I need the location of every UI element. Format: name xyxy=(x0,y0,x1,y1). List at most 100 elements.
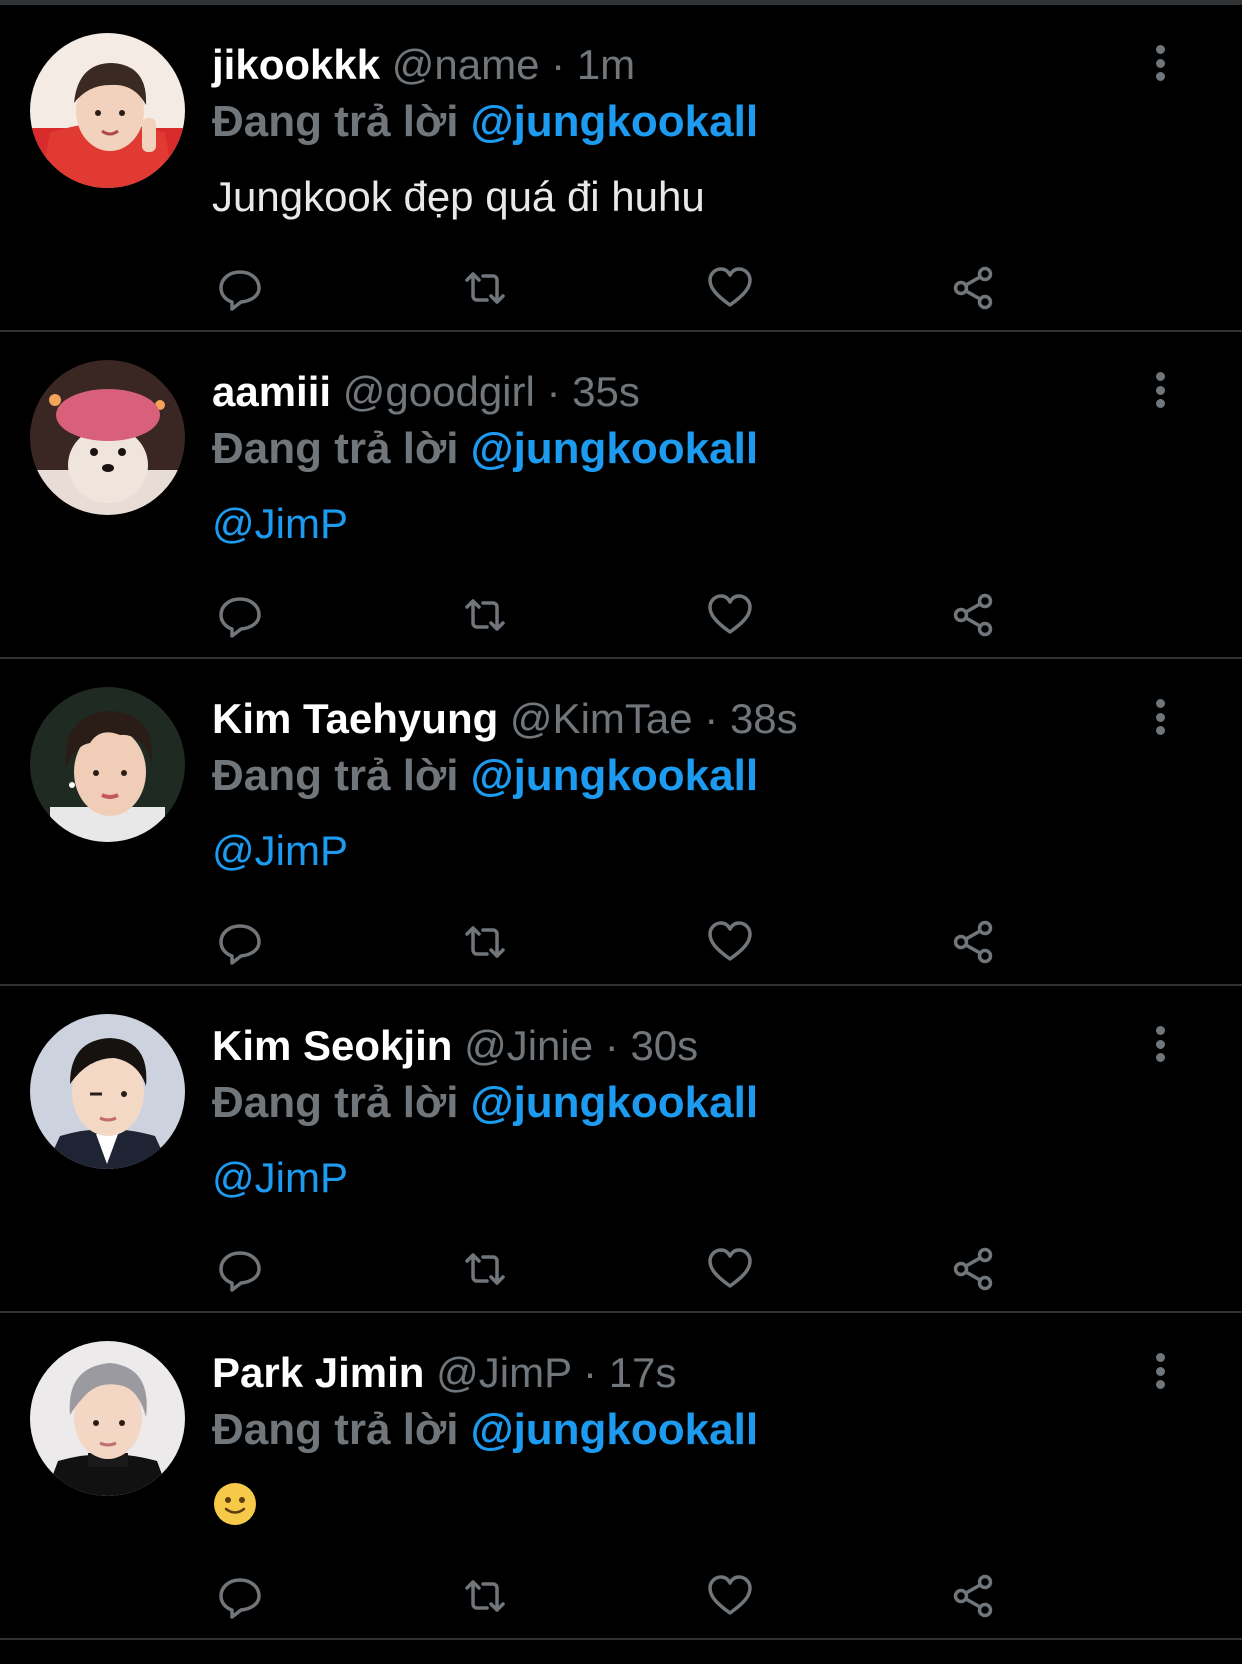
like-button[interactable] xyxy=(702,1568,758,1624)
retweet-icon xyxy=(465,272,505,304)
like-button[interactable] xyxy=(702,914,758,970)
tweet[interactable]: Kim Taehyung @KimTae · 38s Đang trả lời … xyxy=(0,659,1242,986)
like-button[interactable] xyxy=(702,1241,758,1297)
reply-icon xyxy=(219,924,261,965)
handle[interactable]: @JimP xyxy=(436,1349,571,1396)
more-options-button[interactable] xyxy=(1143,35,1177,91)
avatar[interactable] xyxy=(30,1014,185,1169)
like-button[interactable] xyxy=(702,587,758,643)
reply-icon xyxy=(219,597,261,638)
share-icon xyxy=(953,593,993,637)
handle[interactable]: @Jinie xyxy=(464,1022,593,1069)
mention-link[interactable]: @JimP xyxy=(212,1148,348,1208)
reply-context: Đang trả lời @jungkookall xyxy=(212,746,758,806)
more-options-button[interactable] xyxy=(1143,1343,1177,1399)
more-options-button[interactable] xyxy=(1143,362,1177,418)
handle[interactable]: @KimTae xyxy=(510,695,693,742)
timestamp[interactable]: 17s xyxy=(609,1349,677,1396)
reply-prefix: Đang trả lời xyxy=(212,424,459,473)
display-name[interactable]: Park Jimin xyxy=(212,1349,424,1396)
share-icon xyxy=(953,1247,993,1291)
retweet-button[interactable] xyxy=(457,1568,513,1624)
reply-icon xyxy=(219,270,261,311)
retweet-icon xyxy=(465,1580,505,1612)
separator-dot: · xyxy=(583,1349,598,1396)
share-button[interactable] xyxy=(945,1568,1001,1624)
avatar[interactable] xyxy=(30,33,185,188)
avatar[interactable] xyxy=(30,687,185,842)
display-name[interactable]: Kim Taehyung xyxy=(212,695,498,742)
like-icon xyxy=(708,267,752,307)
display-name[interactable]: Kim Seokjin xyxy=(212,1022,452,1069)
share-icon xyxy=(953,1574,993,1618)
reply-context: Đang trả lời @jungkookall xyxy=(212,1073,758,1133)
retweet-icon xyxy=(465,599,505,631)
timestamp[interactable]: 1m xyxy=(577,41,635,88)
reply-context: Đang trả lời @jungkookall xyxy=(212,1400,758,1460)
reply-context: Đang trả lời @jungkookall xyxy=(212,92,758,152)
share-button[interactable] xyxy=(945,914,1001,970)
tweet[interactable]: Park Jimin @JimP · 17s Đang trả lời @jun… xyxy=(0,1313,1242,1640)
retweet-button[interactable] xyxy=(457,1241,513,1297)
separator-dot: · xyxy=(546,368,561,415)
retweet-button[interactable] xyxy=(457,914,513,970)
more-options-button[interactable] xyxy=(1143,689,1177,745)
handle[interactable]: @goodgirl xyxy=(343,368,535,415)
share-button[interactable] xyxy=(945,1241,1001,1297)
like-icon xyxy=(708,1248,752,1288)
tweet[interactable]: aamiii @goodgirl · 35s Đang trả lời @jun… xyxy=(0,332,1242,659)
share-icon xyxy=(953,266,993,310)
separator-dot: · xyxy=(704,695,719,742)
retweet-icon xyxy=(465,1253,505,1285)
tweet-header: Kim Taehyung @KimTae · 38s xyxy=(212,689,798,749)
share-button[interactable] xyxy=(945,260,1001,316)
reply-button[interactable] xyxy=(212,587,268,643)
reply-button[interactable] xyxy=(212,260,268,316)
display-name[interactable]: aamiii xyxy=(212,368,331,415)
display-name[interactable]: jikookkk xyxy=(212,41,380,88)
reply-context: Đang trả lời @jungkookall xyxy=(212,419,758,479)
tweet-header: Kim Seokjin @Jinie · 30s xyxy=(212,1016,698,1076)
timestamp[interactable]: 38s xyxy=(730,695,798,742)
like-icon xyxy=(708,921,752,961)
timestamp[interactable]: 35s xyxy=(572,368,640,415)
like-button[interactable] xyxy=(702,260,758,316)
more-options-button[interactable] xyxy=(1143,1016,1177,1072)
tweet[interactable]: Kim Seokjin @Jinie · 30s Đang trả lời @j… xyxy=(0,986,1242,1313)
handle[interactable]: @name xyxy=(392,41,540,88)
share-icon xyxy=(953,920,993,964)
reply-prefix: Đang trả lời xyxy=(212,751,459,800)
reply-target-link[interactable]: @jungkookall xyxy=(471,97,758,146)
reply-prefix: Đang trả lời xyxy=(212,97,459,146)
reply-button[interactable] xyxy=(212,1241,268,1297)
tweet-header: aamiii @goodgirl · 35s xyxy=(212,362,640,422)
reply-target-link[interactable]: @jungkookall xyxy=(471,1405,758,1454)
reply-button[interactable] xyxy=(212,1568,268,1624)
reply-prefix: Đang trả lời xyxy=(212,1078,459,1127)
mention-link[interactable]: @JimP xyxy=(212,821,348,881)
like-icon xyxy=(708,1575,752,1615)
avatar-dog-shower-cap-icon xyxy=(30,360,185,515)
avatar-curly-hair-icon xyxy=(30,687,185,842)
avatar-suit-icon xyxy=(30,1014,185,1169)
slightly-smiling-face-emoji-icon xyxy=(212,1481,258,1527)
like-icon xyxy=(708,594,752,634)
reply-icon xyxy=(219,1578,261,1619)
tweet-header: jikookkk @name · 1m xyxy=(212,35,635,95)
tweet[interactable]: jikookkk @name · 1m Đang trả lời @jungko… xyxy=(0,5,1242,332)
avatar[interactable] xyxy=(30,1341,185,1496)
reply-button[interactable] xyxy=(212,914,268,970)
reply-target-link[interactable]: @jungkookall xyxy=(471,1078,758,1127)
reply-target-link[interactable]: @jungkookall xyxy=(471,751,758,800)
reply-target-link[interactable]: @jungkookall xyxy=(471,424,758,473)
mention-link[interactable]: @JimP xyxy=(212,494,348,554)
avatar[interactable] xyxy=(30,360,185,515)
reply-prefix: Đang trả lời xyxy=(212,1405,459,1454)
reply-icon xyxy=(219,1251,261,1292)
retweet-button[interactable] xyxy=(457,260,513,316)
timestamp[interactable]: 30s xyxy=(630,1022,698,1069)
retweet-button[interactable] xyxy=(457,587,513,643)
share-button[interactable] xyxy=(945,587,1001,643)
tweet-header: Park Jimin @JimP · 17s xyxy=(212,1343,676,1403)
retweet-icon xyxy=(465,926,505,958)
